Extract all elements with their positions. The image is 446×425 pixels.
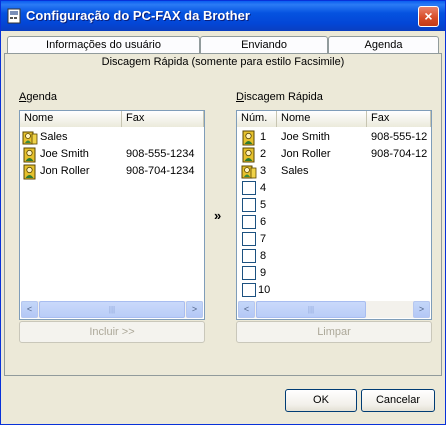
chevron-right-icon: > <box>418 304 425 314</box>
scroll-left-button[interactable]: < <box>238 301 255 318</box>
speed-dial-row[interactable]: 9 <box>237 265 431 282</box>
agenda-list[interactable]: Nome Fax Sales Joe Smith 908-555-1234 Jo… <box>19 110 205 320</box>
speed-dial-col-name[interactable]: Nome <box>277 111 367 127</box>
app-icon <box>7 8 21 24</box>
include-button[interactable]: Incluir >> <box>19 321 205 343</box>
speed-dial-list[interactable]: Núm. Nome Fax 1 Joe Smith 908-555-12 2 J… <box>236 110 432 320</box>
agenda-label: Agenda <box>19 91 57 103</box>
speed-dial-label-accel: D <box>236 91 244 103</box>
scroll-thumb[interactable]: ||| <box>39 301 185 318</box>
speed-dial-row-name: Joe Smith <box>281 131 330 143</box>
speed-dial-row-num: 5 <box>260 199 267 211</box>
scroll-right-button[interactable]: > <box>413 301 430 318</box>
speed-dial-row-fax: 908-555-12 <box>371 131 428 143</box>
speed-dial-row-fax: 908-704-12 <box>371 148 428 160</box>
agenda-row[interactable]: Sales <box>20 129 204 146</box>
person-icon <box>23 147 36 163</box>
speed-dial-row-num: 7 <box>260 233 267 245</box>
grip-icon: ||| <box>307 305 315 314</box>
tab-sending[interactable]: Enviando <box>200 36 328 54</box>
speed-dial-row-num: 9 <box>260 267 267 279</box>
chevron-right-icon: > <box>191 304 198 314</box>
speed-dial-label: Discagem Rápida <box>236 91 323 103</box>
speed-dial-row-name: Jon Roller <box>281 148 331 160</box>
cancel-button[interactable]: Cancelar <box>361 389 435 412</box>
agenda-row-name: Joe Smith <box>40 148 89 160</box>
empty-slot-icon <box>242 198 256 212</box>
agenda-row[interactable]: Joe Smith 908-555-1234 <box>20 146 204 163</box>
empty-slot-icon <box>242 249 256 263</box>
speed-dial-row[interactable]: 4 <box>237 180 431 197</box>
empty-slot-icon <box>242 232 256 246</box>
agenda-row-name: Sales <box>40 131 68 143</box>
speed-dial-row[interactable]: 1 Joe Smith 908-555-12 <box>237 129 431 146</box>
speed-dial-row-name: Sales <box>281 165 309 177</box>
speed-dial-panel: Discagem Rápida (somente para estilo Fac… <box>4 53 442 376</box>
agenda-row[interactable]: Jon Roller 908-704-1234 <box>20 163 204 180</box>
group-icon <box>241 165 257 179</box>
speed-dial-col-fax[interactable]: Fax <box>367 111 431 127</box>
speed-dial-row[interactable]: 2 Jon Roller 908-704-12 <box>237 146 431 163</box>
agenda-col-fax[interactable]: Fax <box>122 111 204 127</box>
speed-dial-col-num[interactable]: Núm. <box>237 111 277 127</box>
close-button[interactable]: × <box>418 6 439 27</box>
speed-dial-row-num: 3 <box>260 165 267 177</box>
speed-dial-row-num: 6 <box>260 216 267 228</box>
agenda-row-name: Jon Roller <box>40 165 90 177</box>
empty-slot-icon <box>242 215 256 229</box>
transfer-arrow-icon: » <box>214 208 222 223</box>
group-icon <box>22 131 38 145</box>
window-title: Configuração do PC-FAX da Brother <box>26 8 250 23</box>
person-icon <box>242 130 255 146</box>
speed-dial-row-num: 2 <box>260 148 267 160</box>
agenda-hscrollbar[interactable]: < ||| > <box>21 301 203 318</box>
speed-dial-row[interactable]: 8 <box>237 248 431 265</box>
speed-dial-row[interactable]: 6 <box>237 214 431 231</box>
title-bar[interactable]: Configuração do PC-FAX da Brother × <box>1 1 445 31</box>
panel-subtitle: Discagem Rápida (somente para estilo Fac… <box>101 56 345 68</box>
chevron-left-icon: < <box>26 304 33 314</box>
tab-bar: Informações do usuário Enviando Agenda <box>5 34 441 54</box>
ok-button[interactable]: OK <box>285 389 357 412</box>
speed-dial-list-header: Núm. Nome Fax <box>237 111 431 127</box>
speed-dial-row-num: 10 <box>258 284 271 296</box>
agenda-label-rest: genda <box>26 91 57 103</box>
tab-user-info[interactable]: Informações do usuário <box>7 36 200 54</box>
speed-dial-row-num: 8 <box>260 250 267 262</box>
speed-dial-row[interactable]: 3 Sales <box>237 163 431 180</box>
speed-dial-row[interactable]: 5 <box>237 197 431 214</box>
empty-slot-icon <box>242 266 256 280</box>
agenda-row-fax: 908-555-1234 <box>126 148 195 160</box>
speed-dial-label-rest: iscagem Rápida <box>243 91 323 103</box>
speed-dial-hscrollbar[interactable]: < ||| > <box>238 301 430 318</box>
grip-icon: ||| <box>108 305 116 314</box>
speed-dial-row-num: 1 <box>260 131 267 143</box>
scroll-left-button[interactable]: < <box>21 301 38 318</box>
tab-address-book[interactable]: Agenda <box>328 36 439 54</box>
scroll-thumb[interactable]: ||| <box>256 301 366 318</box>
speed-dial-row[interactable]: 10 <box>237 282 431 299</box>
chevron-left-icon: < <box>243 304 250 314</box>
pcfax-setup-window: Configuração do PC-FAX da Brother × Info… <box>0 0 446 425</box>
empty-slot-icon <box>242 283 256 297</box>
agenda-list-header: Nome Fax <box>20 111 204 127</box>
speed-dial-row-num: 4 <box>260 182 267 194</box>
agenda-col-name[interactable]: Nome <box>20 111 122 127</box>
person-icon <box>242 147 255 163</box>
agenda-row-fax: 908-704-1234 <box>126 165 195 177</box>
person-icon <box>23 164 36 180</box>
clear-button[interactable]: Limpar <box>236 321 432 343</box>
speed-dial-row[interactable]: 7 <box>237 231 431 248</box>
scroll-right-button[interactable]: > <box>186 301 203 318</box>
empty-slot-icon <box>242 181 256 195</box>
close-icon: × <box>424 8 433 24</box>
